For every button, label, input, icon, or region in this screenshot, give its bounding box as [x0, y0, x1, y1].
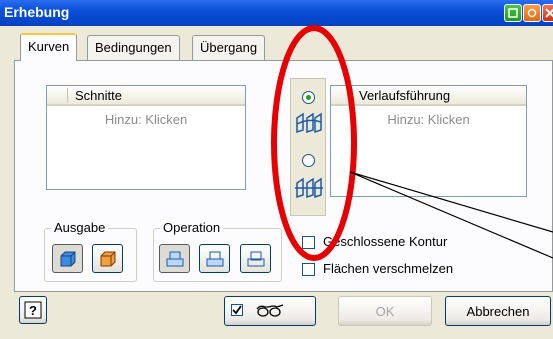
- tab-kurven[interactable]: Kurven: [20, 33, 78, 61]
- annotation-overlay: [271, 25, 553, 261]
- callout-line-upper: [349, 171, 553, 233]
- annotation-ellipse: [271, 25, 357, 261]
- tab-kurven-label: Kurven: [28, 39, 70, 54]
- callout-line-lower: [349, 171, 553, 259]
